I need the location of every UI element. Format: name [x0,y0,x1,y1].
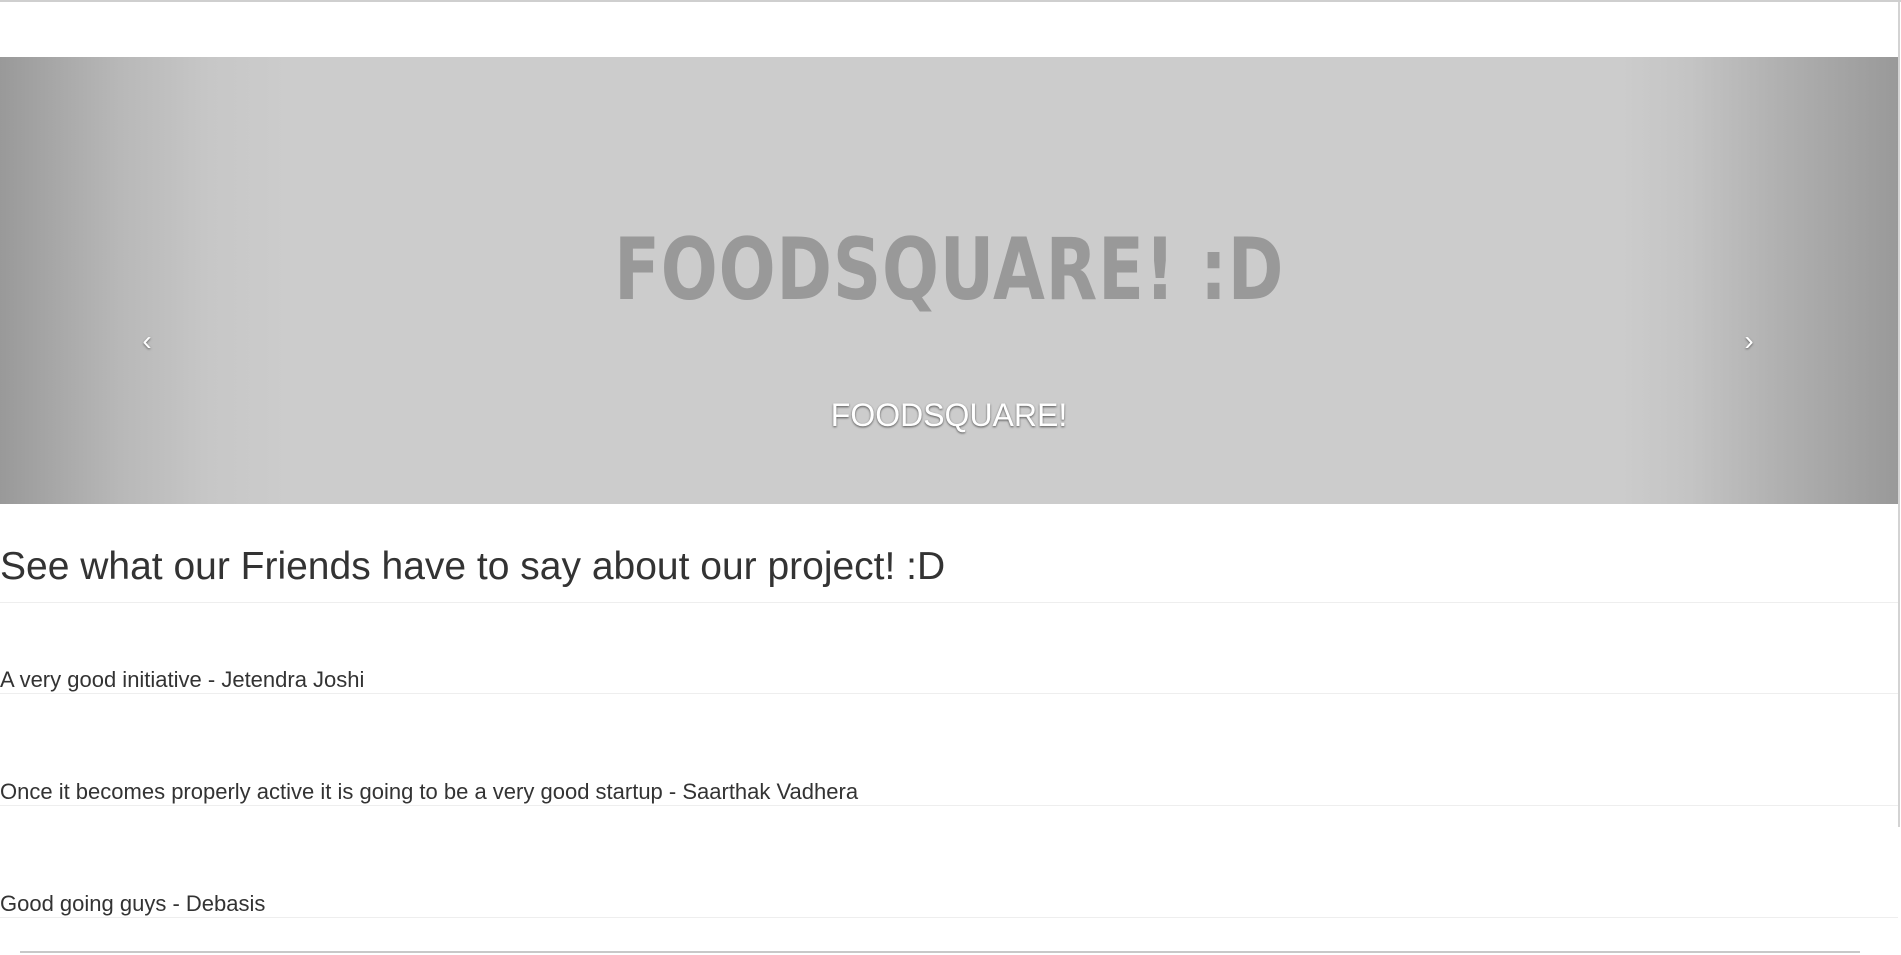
testimonials-heading: See what our Friends have to say about o… [0,545,946,588]
horizontal-scrollbar[interactable] [20,951,1860,955]
slide-image-title: FOODSQUARE! :D [614,220,1285,320]
testimonial-item: Good going guys - Debasis [0,891,266,916]
divider [0,693,1898,694]
image-carousel: FOODSQUARE! :D FOODSQUARE! ‹ › [0,57,1898,504]
divider [0,602,1898,603]
testimonial-item: Once it becomes properly active it is go… [0,779,859,804]
carousel-prev-icon[interactable]: ‹ [117,327,177,355]
carousel-next-icon[interactable]: › [1719,327,1779,355]
divider [0,805,1898,806]
page: FOODSQUARE! :D FOODSQUARE! ‹ › See what … [0,0,1901,955]
divider [0,917,1898,918]
window-top-border [0,0,1901,2]
scrollbar[interactable] [1898,2,1900,827]
testimonial-item: A very good initiative - Jetendra Joshi [0,667,365,692]
carousel-caption: FOODSQUARE! [830,397,1068,433]
